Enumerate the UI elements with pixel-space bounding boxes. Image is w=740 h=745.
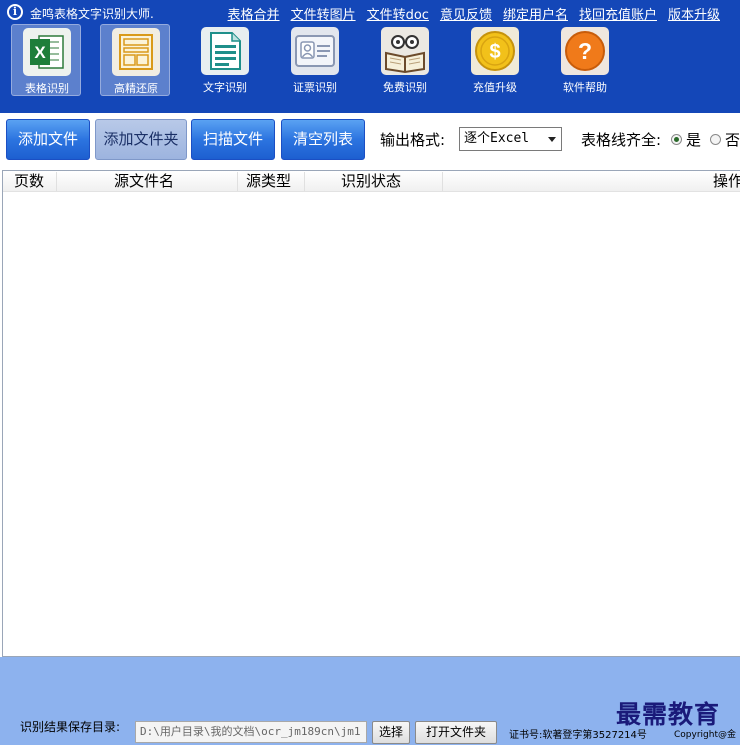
footer: 最需教育 识别结果保存目录: D:\用户目录\我的文档\ocr_jm189cn\… xyxy=(0,657,740,745)
link-recover-account[interactable]: 找回充值账户 xyxy=(579,4,657,23)
scan-file-button[interactable]: 扫描文件 xyxy=(191,119,275,160)
layout-icon xyxy=(112,28,160,76)
radio-yes[interactable] xyxy=(671,134,682,145)
tool-label: 证票识别 xyxy=(293,81,337,94)
table-header: 页数 源文件名 源类型 识别状态 操作 xyxy=(3,171,740,192)
chevron-down-icon xyxy=(548,137,556,142)
top-links: 表格合并 文件转图片 文件转doc 意见反馈 绑定用户名 找回充值账户 版本升级 xyxy=(228,4,720,23)
svg-text:X: X xyxy=(34,43,46,62)
copyright: Copyright@金 xyxy=(674,730,736,740)
radio-no[interactable] xyxy=(710,134,721,145)
save-directory-label: 识别结果保存目录: xyxy=(20,720,121,734)
column-source-type[interactable]: 源类型 xyxy=(238,172,305,191)
coin-icon: $ xyxy=(471,27,519,75)
open-folder-button[interactable]: 打开文件夹 xyxy=(415,721,497,744)
toolbar: X 表格识别 高精还原 文字识别 证票识别 免费识别 $ 充值升级 ? 软件帮助 xyxy=(0,24,740,113)
output-format-select[interactable]: 逐个Excel xyxy=(459,127,562,151)
output-format-label: 输出格式: xyxy=(380,131,446,149)
clear-list-button[interactable]: 清空列表 xyxy=(281,119,365,160)
excel-icon: X xyxy=(23,28,71,76)
add-folder-button[interactable]: 添加文件夹 xyxy=(95,119,187,160)
tool-software-help[interactable]: ? 软件帮助 xyxy=(550,24,620,96)
id-card-icon xyxy=(291,27,339,75)
file-table: 页数 源文件名 源类型 识别状态 操作 xyxy=(2,170,740,657)
link-bind-username[interactable]: 绑定用户名 xyxy=(503,4,568,23)
choose-button[interactable]: 选择 xyxy=(372,721,410,744)
document-icon xyxy=(201,27,249,75)
tool-recharge-upgrade[interactable]: $ 充值升级 xyxy=(460,24,530,96)
column-source-filename[interactable]: 源文件名 xyxy=(57,172,238,191)
link-upgrade[interactable]: 版本升级 xyxy=(668,4,720,23)
action-bar: 添加文件 添加文件夹 扫描文件 清空列表 输出格式: 逐个Excel 表格线齐全… xyxy=(0,113,740,170)
info-icon: i xyxy=(7,4,23,20)
certificate-number: 证书号:软著登字第3527214号 xyxy=(509,730,647,741)
add-file-button[interactable]: 添加文件 xyxy=(6,119,90,160)
tool-free-recognition[interactable]: 免费识别 xyxy=(370,24,440,96)
column-actions[interactable]: 操作 xyxy=(443,172,740,191)
save-path-field[interactable]: D:\用户目录\我的文档\ocr_jm189cn\jm1 xyxy=(135,721,367,743)
tool-label: 充值升级 xyxy=(473,81,517,94)
title-bar: i 金鸣表格文字识别大师. 表格合并 文件转图片 文件转doc 意见反馈 绑定用… xyxy=(0,0,740,24)
tool-label: 高精还原 xyxy=(114,82,158,95)
svg-text:?: ? xyxy=(578,38,592,64)
column-pages[interactable]: 页数 xyxy=(3,172,57,191)
output-format-value: 逐个Excel xyxy=(464,131,530,146)
radio-yes-label: 是 xyxy=(686,131,702,149)
tool-label: 软件帮助 xyxy=(563,81,607,94)
column-recognition-status[interactable]: 识别状态 xyxy=(305,172,443,191)
link-feedback[interactable]: 意见反馈 xyxy=(440,4,492,23)
link-merge-tables[interactable]: 表格合并 xyxy=(228,4,280,23)
header: i 金鸣表格文字识别大师. 表格合并 文件转图片 文件转doc 意见反馈 绑定用… xyxy=(0,0,740,113)
app-title: 金鸣表格文字识别大师. xyxy=(30,7,154,21)
tool-table-recognition[interactable]: X 表格识别 xyxy=(11,24,81,96)
link-file-to-image[interactable]: 文件转图片 xyxy=(291,4,356,23)
tool-label: 表格识别 xyxy=(25,82,69,95)
tool-label: 文字识别 xyxy=(203,81,247,94)
tool-certificate-recognition[interactable]: 证票识别 xyxy=(280,24,350,96)
tool-text-recognition[interactable]: 文字识别 xyxy=(190,24,260,96)
tool-high-precision[interactable]: 高精还原 xyxy=(100,24,170,96)
radio-no-label: 否 xyxy=(725,131,740,149)
table-lines-label: 表格线齐全: xyxy=(581,131,662,149)
link-file-to-doc[interactable]: 文件转doc xyxy=(367,4,429,23)
tool-label: 免费识别 xyxy=(383,81,427,94)
help-icon: ? xyxy=(561,27,609,75)
reading-icon xyxy=(381,27,429,75)
svg-text:$: $ xyxy=(489,41,500,63)
